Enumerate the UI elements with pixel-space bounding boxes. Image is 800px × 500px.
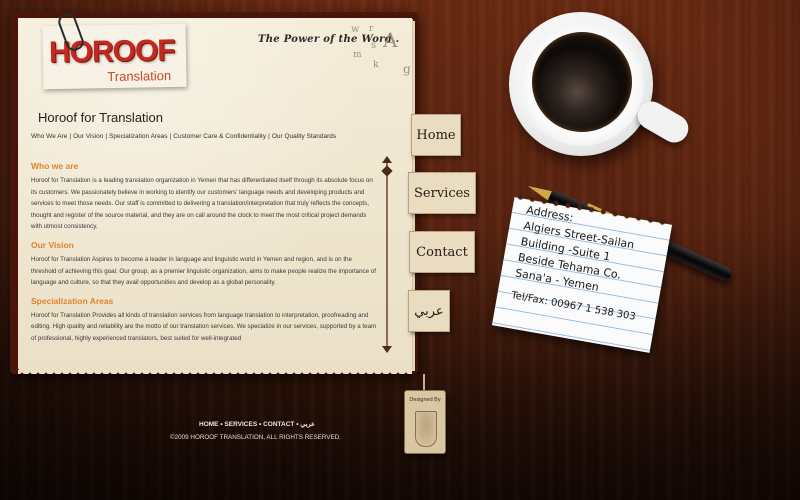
decor-letter: A	[383, 28, 398, 52]
section-body: Horoof for Translation is a leading tran…	[31, 177, 373, 231]
decor-letter: r	[369, 24, 374, 34]
decor-letter: s	[371, 40, 377, 51]
decor-letter: k	[373, 60, 379, 70]
footer-copyright: ©2009 HOROOF TRANSLATION, ALL RIGHTS RES…	[170, 434, 341, 441]
cup-handle-image	[632, 96, 694, 148]
designed-by-tag[interactable]: Designed By	[404, 390, 446, 454]
link-our-vision[interactable]: Our Vision	[73, 133, 103, 140]
tab-arabic-label: عربي	[414, 303, 444, 319]
tab-arabic[interactable]: عربي	[408, 290, 450, 332]
tab-services-label: Services	[414, 185, 470, 201]
section-heading: Our Vision	[31, 239, 74, 250]
footer-link-services[interactable]: SERVICES	[224, 421, 257, 428]
footer-separator: •	[220, 421, 223, 428]
designed-by-label: Designed By	[409, 397, 441, 403]
section-body: Horoof for Translation Provides all kind…	[31, 311, 377, 342]
footer-link-arabic[interactable]: عربي	[300, 421, 315, 428]
footer-nav: HOME • SERVICES • CONTACT • عربي	[199, 420, 315, 428]
section-heading: Specialization Areas	[31, 295, 114, 306]
section-links: Who We Are | Our Vision | Specialization Are…	[31, 133, 336, 140]
coffee-liquid-image	[532, 32, 632, 132]
content-scroll-area[interactable]: Who we are Horoof for Translation is a l…	[31, 158, 379, 350]
section-heading: Who we are	[31, 161, 79, 171]
link-separator: |	[105, 133, 108, 140]
page-title: Horoof for Translation	[38, 110, 164, 125]
link-who-we-are[interactable]: Who We Are	[31, 133, 67, 140]
section-body: Horoof for Translation Aspires to become…	[31, 255, 376, 287]
tab-contact[interactable]: Contact	[409, 231, 475, 273]
decor-letter: g	[403, 62, 411, 76]
link-customer-care[interactable]: Customer Care & Confidentiality	[173, 133, 266, 140]
decorative-letters: w A r s m k g	[345, 22, 415, 82]
tab-contact-label: Contact	[416, 244, 468, 260]
address-note: Address: Algiers Street-Sailan Building …	[491, 192, 673, 353]
footer-link-contact[interactable]: CONTACT	[263, 421, 294, 428]
footer-separator: •	[258, 421, 262, 428]
link-separator: |	[169, 133, 172, 140]
link-specialization-areas[interactable]: Specialization Areas	[109, 133, 168, 140]
link-separator: |	[268, 133, 270, 140]
tab-services[interactable]: Services	[408, 172, 476, 214]
note-line: Tel/Fax: 00967 1 538 303	[510, 290, 637, 323]
logo-subtitle: Translation	[107, 68, 172, 85]
decor-letter: m	[353, 50, 362, 60]
scroll-down-arrow-icon[interactable]	[382, 346, 392, 353]
scrollbar-track[interactable]	[386, 160, 388, 350]
leaf-icon	[415, 411, 437, 447]
footer-separator: •	[296, 421, 299, 428]
scroll-up-arrow-icon[interactable]	[382, 156, 392, 163]
tab-home-label: Home	[416, 127, 456, 143]
tab-home[interactable]: Home	[411, 114, 461, 156]
decor-letter: w	[351, 24, 360, 35]
link-separator: |	[69, 133, 72, 140]
footer-link-home[interactable]: HOME	[199, 421, 219, 428]
link-quality-standards[interactable]: Our Quality Standards	[272, 133, 336, 140]
